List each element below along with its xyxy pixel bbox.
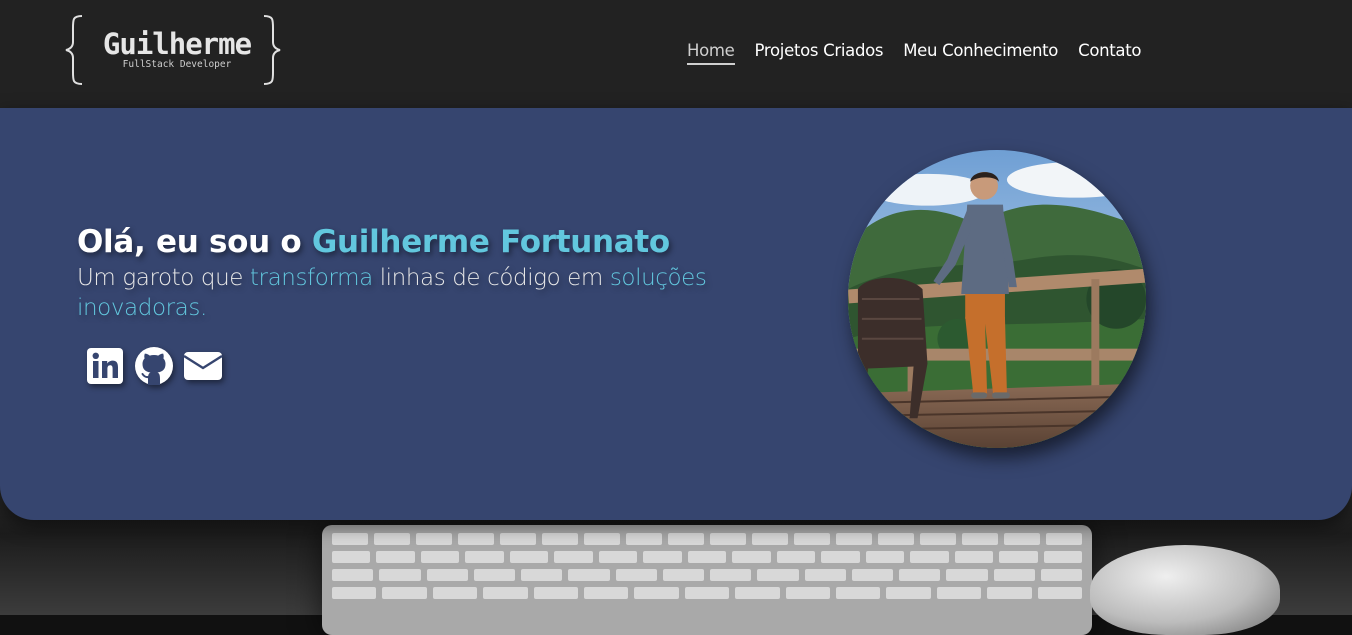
nav-contato[interactable]: Contato	[1078, 40, 1141, 65]
tagline-part1: Um garoto que	[77, 265, 250, 291]
nav-projetos-criados[interactable]: Projetos Criados	[755, 40, 884, 65]
greeting-name: Guilherme Fortunato	[311, 224, 670, 260]
mouse-image	[1090, 545, 1280, 635]
hero-section: Olá, eu sou o Guilherme Fortunato Um gar…	[0, 108, 1352, 520]
linkedin-icon[interactable]	[85, 346, 125, 386]
nav-home[interactable]: Home	[687, 40, 735, 65]
tagline-highlight-1: transforma	[249, 265, 373, 291]
main-nav: Home Projetos Criados Meu Conhecimento C…	[687, 40, 1142, 65]
right-brace-icon	[263, 15, 281, 85]
nav-meu-conhecimento[interactable]: Meu Conhecimento	[903, 40, 1058, 65]
greeting-prefix: Olá, eu sou o	[77, 224, 312, 260]
tagline-part2: linhas de código em	[372, 265, 610, 291]
site-logo[interactable]: Guilherme FullStack Developer	[64, 14, 290, 86]
top-navbar: Guilherme FullStack Developer Home Proje…	[0, 0, 1352, 108]
keyboard-image	[322, 525, 1092, 635]
left-brace-icon	[65, 15, 83, 85]
hero-tagline: Um garoto que transforma linhas de códig…	[77, 263, 807, 323]
hero-greeting: Olá, eu sou o Guilherme Fortunato	[77, 222, 670, 262]
profile-photo	[848, 150, 1146, 448]
github-icon[interactable]	[134, 346, 174, 386]
logo-name: Guilherme	[102, 27, 252, 61]
social-links	[85, 346, 223, 386]
envelope-icon[interactable]	[183, 346, 223, 386]
logo-subtitle: FullStack Developer	[122, 59, 232, 70]
